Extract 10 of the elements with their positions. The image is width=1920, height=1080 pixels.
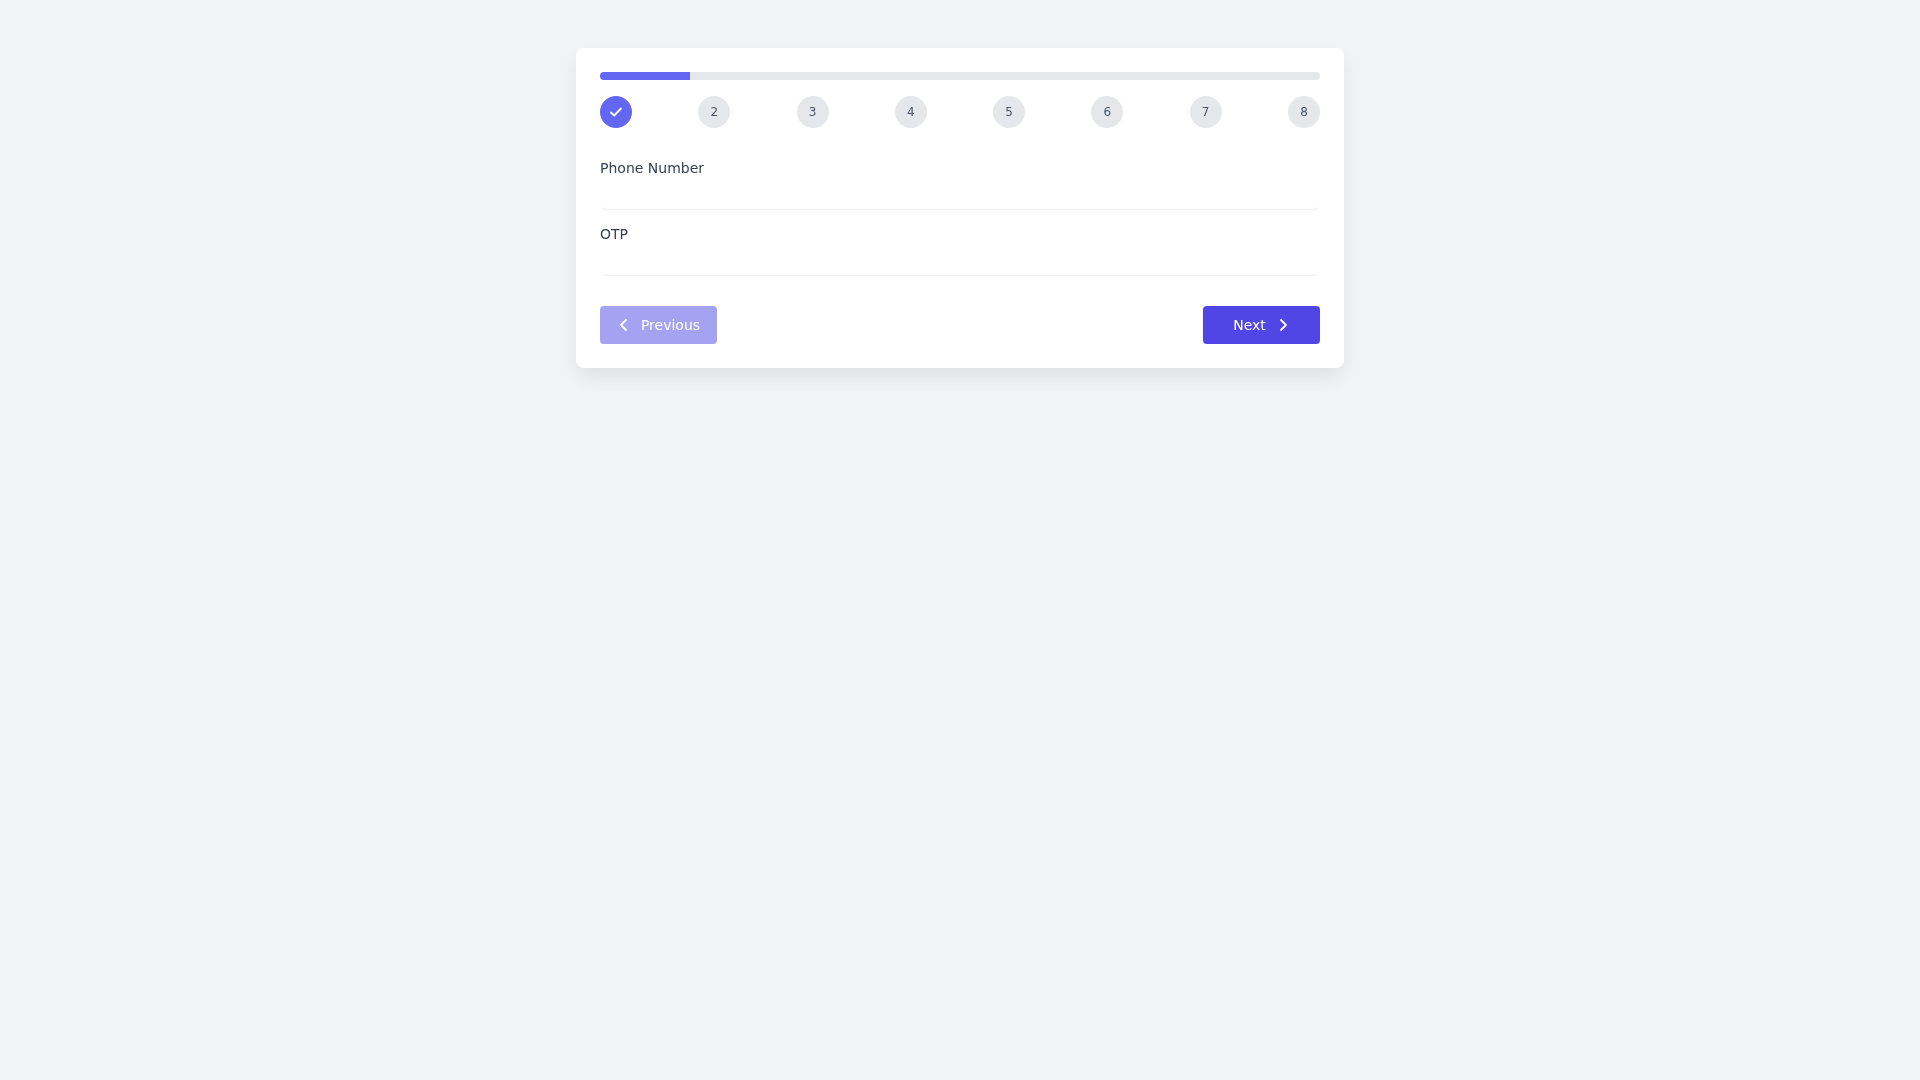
next-button[interactable]: Next: [1203, 306, 1320, 344]
step-indicator: 5: [993, 96, 1026, 128]
step-indicator: 3: [796, 96, 829, 128]
field-label: OTP: [600, 226, 629, 242]
field-label: Phone Number: [600, 160, 706, 176]
step-indicator: 8: [1287, 96, 1320, 128]
step-indicator: 4: [894, 96, 927, 128]
step-indicator: 2: [698, 96, 731, 128]
step-indicator: 6: [1091, 96, 1124, 128]
step-indicator: 7: [1189, 96, 1222, 128]
